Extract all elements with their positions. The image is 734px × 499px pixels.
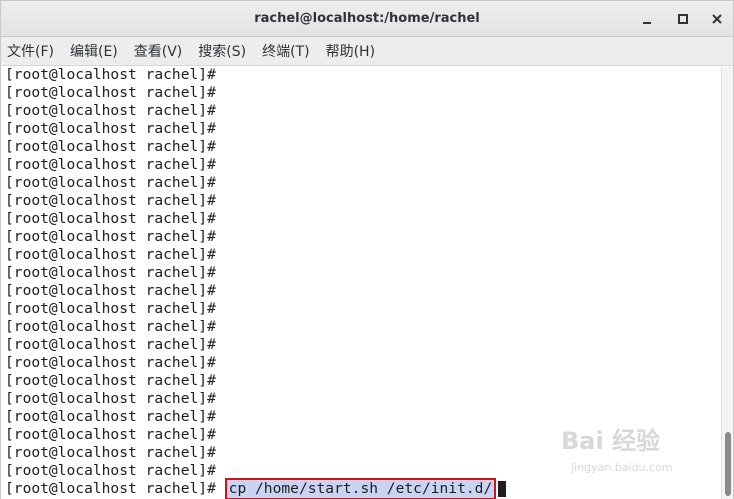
terminal-line: [root@localhost rachel]# [5,84,225,101]
terminal-output[interactable]: [root@localhost rachel]# [root@localhost… [1,67,721,499]
highlighted-command: cp /home/start.sh /etc/init.d/ [224,478,497,499]
terminal-line: [root@localhost rachel]# [5,354,225,371]
terminal-line: [root@localhost rachel]# [5,426,225,443]
terminal-line: [root@localhost rachel]# [5,102,225,119]
terminal-line: [root@localhost rachel]# [5,174,225,191]
terminal-line: [root@localhost rachel]# [5,318,225,335]
terminal-line: [root@localhost rachel]# [5,282,225,299]
terminal-line: [root@localhost rachel]# [5,408,225,425]
terminal-line: [root@localhost rachel]# [5,156,225,173]
terminal-line: [root@localhost rachel]# [5,67,225,83]
terminal-window: rachel@localhost:/home/rachel 文件(F) 编辑(E… [0,0,734,499]
terminal-line: [root@localhost rachel]# [5,210,225,227]
menu-search[interactable]: 搜索(S) [198,41,246,61]
window-title: rachel@localhost:/home/rachel [254,11,480,26]
terminal-prompt: [root@localhost rachel]# [5,480,225,497]
vertical-scrollbar[interactable] [721,67,733,499]
menu-help[interactable]: 帮助(H) [326,41,375,61]
terminal-line: [root@localhost rachel]# [5,138,225,155]
menu-edit[interactable]: 编辑(E) [70,41,118,61]
terminal-line: [root@localhost rachel]# [5,300,225,317]
terminal-line: [root@localhost rachel]# [5,264,225,281]
scrollbar-thumb[interactable] [725,432,731,496]
terminal-lines: [root@localhost rachel]# [root@localhost… [5,67,507,499]
close-button[interactable] [707,9,727,29]
menu-view[interactable]: 查看(V) [134,41,183,61]
terminal-command-line: [root@localhost rachel]# cp /home/start.… [5,478,507,499]
menu-terminal[interactable]: 终端(T) [262,41,309,61]
terminal-line: [root@localhost rachel]# [5,246,225,263]
minimize-button[interactable] [637,9,657,29]
terminal-line: [root@localhost rachel]# [5,228,225,245]
maximize-icon [678,14,688,24]
title-bar[interactable]: rachel@localhost:/home/rachel [1,1,733,37]
terminal-line: [root@localhost rachel]# [5,390,225,407]
terminal-line: [root@localhost rachel]# [5,372,225,389]
text-cursor [498,481,507,497]
menu-file[interactable]: 文件(F) [7,41,54,61]
terminal-line: [root@localhost rachel]# [5,120,225,137]
maximize-button[interactable] [673,9,693,29]
terminal-line: [root@localhost rachel]# [5,444,225,461]
terminal-line: [root@localhost rachel]# [5,192,225,209]
close-icon [712,14,722,24]
menu-bar: 文件(F) 编辑(E) 查看(V) 搜索(S) 终端(T) 帮助(H) [1,37,733,66]
minimize-icon [643,22,651,24]
terminal-line: [root@localhost rachel]# [5,336,225,353]
